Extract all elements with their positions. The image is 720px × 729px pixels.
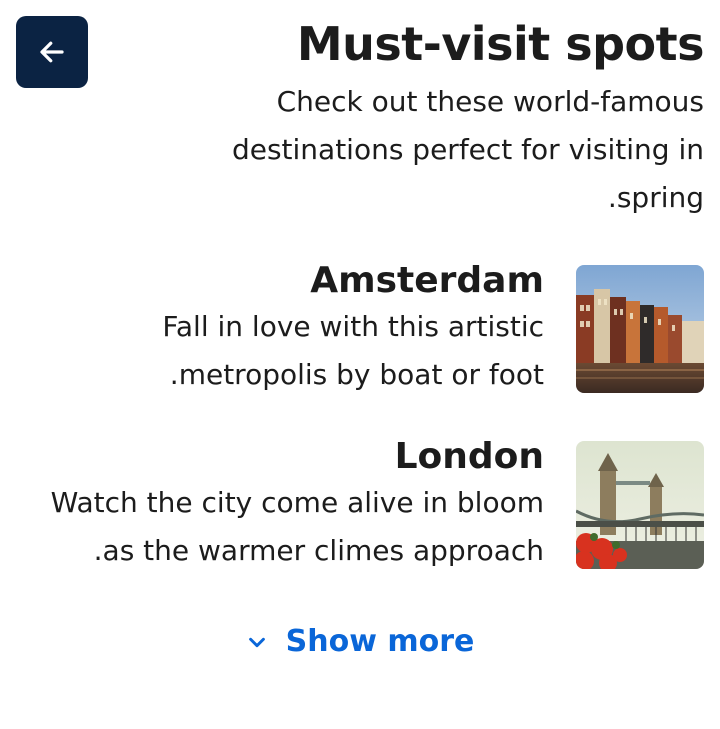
page-title: Must-visit spots (296, 17, 705, 71)
destination-description: Watch the city come alive in bloom as th… (50, 486, 544, 567)
page-subtitle: Check out these world-famous destination… (231, 85, 704, 214)
show-more-button[interactable]: Show more (0, 620, 720, 664)
destination-text: Amsterdam Fall in love with this artisti… (24, 259, 544, 399)
destination-card-london[interactable]: London Watch the city come alive in bloo… (16, 436, 704, 569)
page-header: Must-visit spots Check out these world-f… (184, 14, 705, 222)
show-more-label: Show more (285, 624, 475, 659)
amsterdam-image (576, 265, 704, 393)
destination-card-amsterdam[interactable]: Amsterdam Fall in love with this artisti… (16, 260, 704, 393)
arrow-left-icon (40, 41, 64, 63)
destination-description: Fall in love with this artistic metropol… (162, 310, 544, 391)
destination-title: Amsterdam (310, 260, 544, 301)
chevron-down-icon (248, 637, 265, 648)
back-button[interactable] (16, 16, 88, 88)
london-image (576, 441, 704, 569)
destination-text: London Watch the city come alive in bloo… (24, 435, 544, 575)
destination-title: London (394, 436, 544, 477)
